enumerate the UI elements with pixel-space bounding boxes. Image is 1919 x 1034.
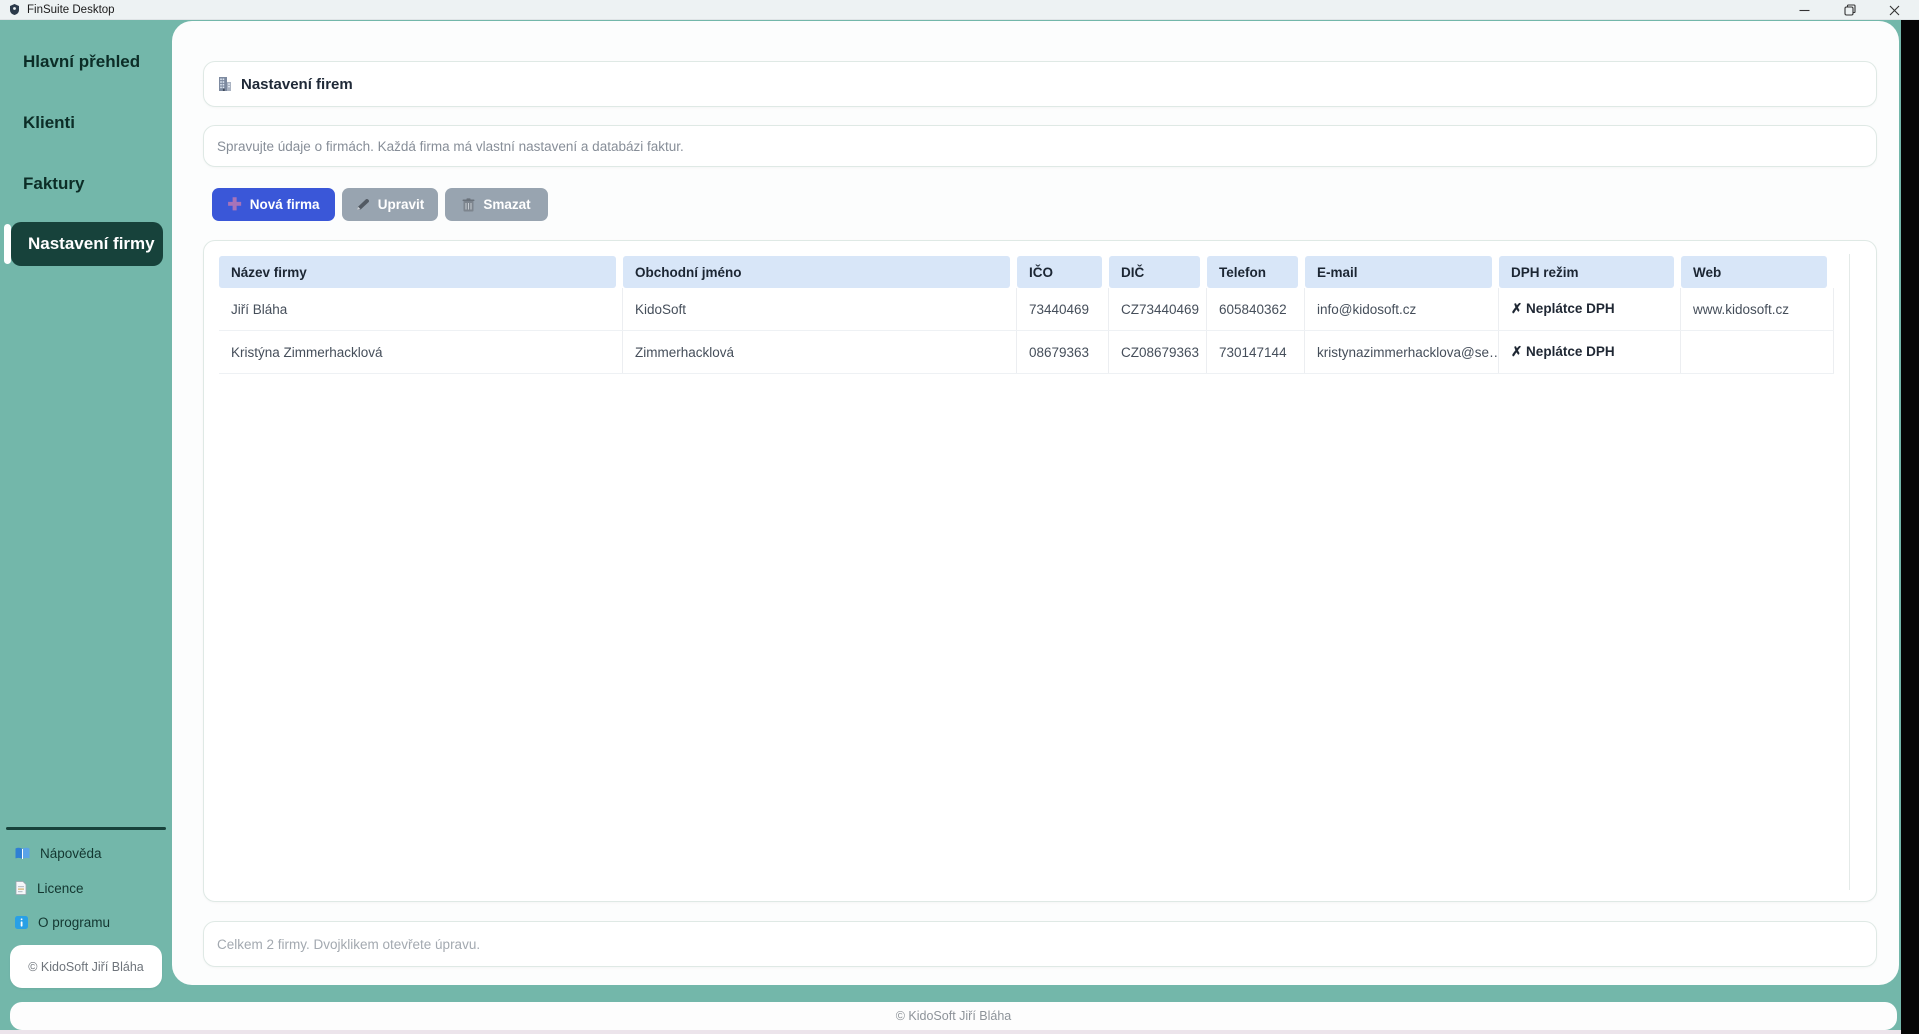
status-text: Celkem 2 firmy. Dvojklikem otevřete úpra… xyxy=(217,937,480,952)
table-cell: 730147144 xyxy=(1207,331,1305,373)
column-header-7[interactable]: Web xyxy=(1681,256,1827,288)
sidebar-item-nastaveni-firmy[interactable]: Nastavení firmy xyxy=(11,222,163,266)
building-icon xyxy=(217,76,233,92)
sidebar-item-licence[interactable]: Licence xyxy=(15,875,84,901)
sidebar-item-label: O programu xyxy=(38,915,110,930)
column-header-4[interactable]: Telefon xyxy=(1207,256,1298,288)
sidebar-item-klienti[interactable]: Klienti xyxy=(0,111,172,135)
column-header-3[interactable]: DIČ xyxy=(1109,256,1200,288)
table-cell: www.kidosoft.cz xyxy=(1681,288,1834,330)
app-footer: © KidoSoft Jiří Bláha xyxy=(10,1002,1897,1030)
sidebar-copyright: © KidoSoft Jiří Bláha xyxy=(10,945,162,988)
footer-copyright: © KidoSoft Jiří Bláha xyxy=(896,1009,1012,1023)
table-cell xyxy=(1681,331,1834,373)
app-window: FinSuite Desktop Hlavní přehled Klienti … xyxy=(0,0,1919,1034)
plus-icon: ✚ xyxy=(227,196,241,213)
info-icon xyxy=(15,916,28,929)
new-company-label: Nová firma xyxy=(250,197,320,212)
table-cell: Kristýna Zimmerhacklová xyxy=(219,331,623,373)
sidebar-item-napoveda[interactable]: Nápověda xyxy=(15,840,102,866)
sidebar-item-hlavni-prehled[interactable]: Hlavní přehled xyxy=(0,50,172,74)
column-header-2[interactable]: IČO xyxy=(1017,256,1102,288)
new-company-button[interactable]: ✚ Nová firma xyxy=(212,188,335,221)
sidebar-nav: Hlavní přehled Klienti Faktury Nastavení… xyxy=(0,20,172,266)
sidebar-divider xyxy=(6,827,166,830)
column-header-0[interactable]: Název firmy xyxy=(219,256,616,288)
companies-table: Název firmyObchodní jménoIČODIČTelefonE-… xyxy=(219,256,1834,374)
table-header-row: Název firmyObchodní jménoIČODIČTelefonE-… xyxy=(219,256,1834,288)
status-bar-card: Celkem 2 firmy. Dvojklikem otevřete úpra… xyxy=(203,921,1877,967)
companies-table-card: Název firmyObchodní jménoIČODIČTelefonE-… xyxy=(203,240,1877,902)
table-cell: ✗ Neplátce DPH xyxy=(1499,288,1681,330)
table-body: Jiří BláhaKidoSoft73440469CZ734404696058… xyxy=(219,288,1834,374)
column-header-1[interactable]: Obchodní jméno xyxy=(623,256,1010,288)
trash-icon xyxy=(462,198,475,212)
table-cell: 73440469 xyxy=(1017,288,1109,330)
licence-icon xyxy=(15,881,27,895)
table-cell: Zimmerhacklová xyxy=(623,331,1017,373)
table-right-border xyxy=(1849,254,1850,890)
page-subtitle-card: Spravujte údaje o firmách. Každá firma m… xyxy=(203,125,1877,167)
table-cell: CZ08679363 xyxy=(1109,331,1207,373)
app-icon xyxy=(9,4,20,15)
page-subtitle: Spravujte údaje o firmách. Každá firma m… xyxy=(217,139,684,154)
table-cell: 605840362 xyxy=(1207,288,1305,330)
restore-button[interactable] xyxy=(1827,0,1872,20)
toolbar: ✚ Nová firma Upravit Smazat xyxy=(212,188,548,221)
table-row[interactable]: Kristýna ZimmerhacklováZimmerhacklová086… xyxy=(219,331,1834,374)
bottom-edge-strip xyxy=(0,1030,1901,1034)
table-cell: info@kidosoft.cz xyxy=(1305,288,1499,330)
sidebar-item-faktury[interactable]: Faktury xyxy=(0,172,172,196)
table-cell: ✗ Neplátce DPH xyxy=(1499,331,1681,373)
app-body: Hlavní přehled Klienti Faktury Nastavení… xyxy=(0,20,1919,1034)
column-header-6[interactable]: DPH režim xyxy=(1499,256,1674,288)
page-header-card: Nastavení firem xyxy=(203,61,1877,107)
right-edge-strip xyxy=(1901,20,1919,1034)
pencil-icon xyxy=(356,198,370,211)
table-row[interactable]: Jiří BláhaKidoSoft73440469CZ734404696058… xyxy=(219,288,1834,331)
active-item-indicator xyxy=(4,224,11,264)
sidebar-item-o-programu[interactable]: O programu xyxy=(15,909,110,935)
table-cell: KidoSoft xyxy=(623,288,1017,330)
table-cell: CZ73440469 xyxy=(1109,288,1207,330)
page-title: Nastavení firem xyxy=(241,76,353,93)
table-cell: kristynazimmerhacklova@se… xyxy=(1305,331,1499,373)
book-icon xyxy=(15,847,30,860)
window-title: FinSuite Desktop xyxy=(27,4,115,16)
column-header-5[interactable]: E-mail xyxy=(1305,256,1492,288)
table-cell: Jiří Bláha xyxy=(219,288,623,330)
sidebar-item-label: Nápověda xyxy=(40,846,102,861)
edit-company-button[interactable]: Upravit xyxy=(342,188,438,221)
sidebar-item-label: Licence xyxy=(37,881,84,896)
edit-company-label: Upravit xyxy=(378,197,425,212)
close-icon[interactable] xyxy=(1872,0,1917,20)
delete-company-button[interactable]: Smazat xyxy=(445,188,548,221)
minimize-button[interactable] xyxy=(1782,0,1827,20)
delete-company-label: Smazat xyxy=(483,197,530,212)
table-cell: 08679363 xyxy=(1017,331,1109,373)
main-content: Nastavení firem Spravujte údaje o firmác… xyxy=(172,21,1899,985)
titlebar: FinSuite Desktop xyxy=(0,0,1919,20)
sidebar: Hlavní přehled Klienti Faktury Nastavení… xyxy=(0,20,172,1034)
